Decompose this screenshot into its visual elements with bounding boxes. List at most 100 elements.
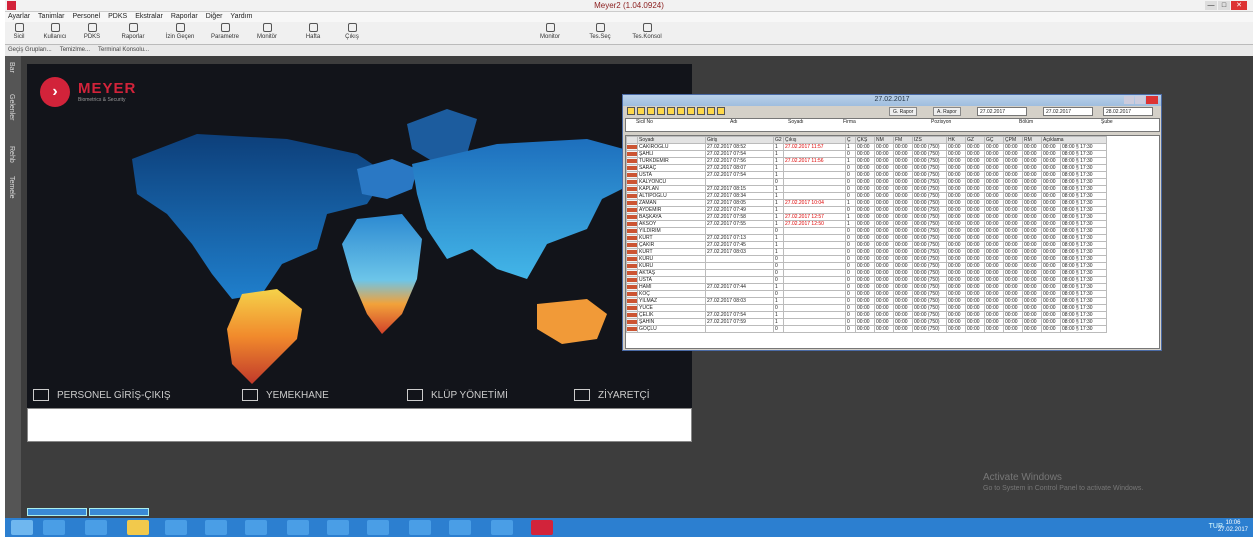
table-row[interactable]: KURT 27.02.2017 07:13 1 0 00:00 00:00 00:00 00:… xyxy=(626,234,1107,242)
table-row[interactable]: GÖÇLÜ 0 0 00:00 00:00 00:00 00:00 (750) 00:00 00… xyxy=(626,325,1107,333)
menu-tanimlar[interactable]: Tanimlar xyxy=(38,12,64,22)
export-icon[interactable] xyxy=(697,107,705,115)
column-header[interactable]: ÇPM xyxy=(1003,136,1023,144)
taskbar-app-9[interactable] xyxy=(367,520,389,535)
window-tab[interactable] xyxy=(27,508,87,516)
g-rapor-button[interactable]: G. Rapor xyxy=(889,107,918,116)
chart-icon[interactable] xyxy=(677,107,685,115)
subtool-temizleme[interactable]: Temizlme... xyxy=(60,45,90,56)
nav-personel-giris-cikis[interactable]: PERSONEL GİRİŞ-ÇIKIŞ xyxy=(33,389,171,401)
table-row[interactable]: KURT 27.02.2017 08:03 1 0 00:00 00:00 00:00 00:… xyxy=(626,248,1107,256)
menu-raporlar[interactable]: Raporlar xyxy=(171,12,198,22)
taskbar-app-10[interactable] xyxy=(409,520,431,535)
taskbar-clock[interactable]: 10:06 27.02.2017 xyxy=(1218,520,1248,534)
toolbar-tes-konsol-button[interactable]: Tes.Konsol xyxy=(625,23,669,44)
taskbar-app-powershell[interactable] xyxy=(85,520,107,535)
taskbar-app-7[interactable] xyxy=(287,520,309,535)
nav-ziyaretci[interactable]: ZİYARETÇİ xyxy=(574,389,649,401)
taskbar-app-server-manager[interactable] xyxy=(43,520,65,535)
toolbar-pdks-button[interactable]: PDKS xyxy=(77,23,107,44)
toolbar-izin-gecen-button[interactable]: İzin Geçen xyxy=(159,23,201,44)
column-header[interactable]: HK xyxy=(946,136,966,144)
table-row[interactable]: ŞAHİN 27.02.2017 07:59 1 0 00:00 00:00 00:00 00… xyxy=(626,318,1107,326)
table-row[interactable]: YILMAZ 27.02.2017 08:03 1 0 00:00 00:00 00:00 0… xyxy=(626,297,1107,305)
maximize-button[interactable]: □ xyxy=(1218,1,1230,10)
date-to-field[interactable]: 27.02.2017 xyxy=(1043,107,1093,116)
record-icon[interactable] xyxy=(717,107,725,115)
column-header[interactable]: Açıklama xyxy=(1041,136,1107,144)
taskbar-app-12[interactable] xyxy=(491,520,513,535)
table-row[interactable]: SARAÇ 27.02.2017 08:07 1 0 00:00 00:00 00:00 00… xyxy=(626,164,1107,172)
table-row[interactable]: KALYONCU 0 0 00:00 00:00 00:00 00:00 (750) 00:0… xyxy=(626,178,1107,186)
table-row[interactable]: KURU 0 0 00:00 00:00 00:00 00:00 (750) 00:00 00:… xyxy=(626,255,1107,263)
taskbar-app-5[interactable] xyxy=(205,520,227,535)
table-row[interactable]: BAŞKAYA 27.02.2017 07:58 1 27.02.2017 12:57… xyxy=(626,213,1107,221)
table-row[interactable]: ÇELİK 27.02.2017 07:54 1 0 00:00 00:00 00:00 00… xyxy=(626,311,1107,319)
table-row[interactable]: CAKIROĞLU 27.02.2017 08:52 1 27.02.2017 11:… xyxy=(626,143,1107,151)
sidetab-gelenler[interactable]: Gelenler xyxy=(8,94,15,120)
menu-ekstralar[interactable]: Ekstralar xyxy=(135,12,163,22)
table-row[interactable]: ÇAKIR 27.02.2017 07:45 1 0 00:00 00:00 00:00 00… xyxy=(626,241,1107,249)
table-row[interactable]: YILDIRIM 0 0 00:00 00:00 00:00 00:00 (750) 00:0… xyxy=(626,227,1107,235)
close-button[interactable]: ✕ xyxy=(1231,1,1247,10)
taskbar-app-8[interactable] xyxy=(327,520,349,535)
table-row[interactable]: KAPLAN 27.02.2017 08:15 1 0 00:00 00:00 00:00 0… xyxy=(626,185,1107,193)
taskbar-app-meyer[interactable] xyxy=(531,520,553,535)
column-header[interactable]: G2 xyxy=(773,136,784,144)
dialog-minimize-button[interactable] xyxy=(1124,96,1134,104)
table-row[interactable]: ALTIPOĞLU 27.02.2017 08:34 1 0 00:00 00:00 00:… xyxy=(626,192,1107,200)
table-row[interactable]: TÜRKDEMİR 27.02.2017 07:56 1 27.02.2017 11:… xyxy=(626,157,1107,165)
date-to2-field[interactable]: 28.02.2017 xyxy=(1103,107,1153,116)
menu-yardim[interactable]: Yardım xyxy=(230,12,252,22)
dialog-close-button[interactable] xyxy=(1146,96,1158,104)
taskbar-app-ie[interactable] xyxy=(165,520,187,535)
taskbar-app-11[interactable] xyxy=(449,520,471,535)
toolbar-raporlar-button[interactable]: Raporlar xyxy=(111,23,155,44)
minimize-button[interactable]: — xyxy=(1205,1,1217,10)
subtool-terminal-konsolu[interactable]: Terminal Konsolu... xyxy=(98,45,149,56)
toolbar-monitor2-button[interactable]: Monitor xyxy=(535,23,565,44)
sidetab-temele[interactable]: Temele xyxy=(8,176,15,199)
table-row[interactable]: KURU 0 0 00:00 00:00 00:00 00:00 (750) 00:00 00:… xyxy=(626,262,1107,270)
table-row[interactable]: USTA 27.02.2017 07:54 1 0 00:00 00:00 00:00 00:… xyxy=(626,171,1107,179)
print-icon[interactable] xyxy=(667,107,675,115)
sidetab-bar[interactable]: Bar xyxy=(8,62,15,73)
toolbar-sicil-button[interactable]: Sicil xyxy=(9,23,29,44)
toolbar-hafta-button[interactable]: Hafta xyxy=(295,23,331,44)
column-header[interactable]: ÇKŞ xyxy=(855,136,875,144)
toolbar-kullanici-button[interactable]: Kullanıcı xyxy=(37,23,73,44)
table-row[interactable]: AKSOY 27.02.2017 07:55 1 27.02.2017 12:50 1 0… xyxy=(626,220,1107,228)
table-row[interactable]: ZAMAN 27.02.2017 08:05 1 27.02.2017 10:04 1 0… xyxy=(626,199,1107,207)
nav-yemekhane[interactable]: YEMEKHANE xyxy=(242,389,329,401)
up-arrow-icon[interactable] xyxy=(637,107,645,115)
menu-pdks[interactable]: PDKS xyxy=(108,12,127,22)
column-header[interactable]: Ç xyxy=(845,136,856,144)
subtool-gecis-gruplari[interactable]: Geçiş Grupları... xyxy=(8,45,52,56)
check-icon[interactable] xyxy=(707,107,715,115)
column-header[interactable]: Çıkış xyxy=(783,136,846,144)
table-row[interactable]: AKTAŞ 0 0 00:00 00:00 00:00 00:00 (750) 00:00 00… xyxy=(626,269,1107,277)
dialog-maximize-button[interactable] xyxy=(1135,96,1145,104)
column-header[interactable]: GÇ xyxy=(984,136,1004,144)
edit-icon[interactable] xyxy=(687,107,695,115)
toolbar-tes-sec-button[interactable]: Tes.Seç xyxy=(585,23,615,44)
menu-ayarlar[interactable]: Ayarlar xyxy=(8,12,30,22)
taskbar-app-explorer[interactable] xyxy=(127,520,149,535)
column-header[interactable]: Soyadı xyxy=(637,136,706,144)
table-row[interactable]: HAMI 27.02.2017 07:44 1 0 00:00 00:00 00:00 00:… xyxy=(626,283,1107,291)
menu-diger[interactable]: Diğer xyxy=(206,12,223,22)
filter-icon[interactable] xyxy=(627,107,635,115)
toolbar-parametre-button[interactable]: Parametre xyxy=(205,23,245,44)
taskbar-app-6[interactable] xyxy=(245,520,267,535)
table-row[interactable]: AYDEMİR 27.02.2017 07:49 1 0 00:00 00:00 00:00… xyxy=(626,206,1107,214)
start-button[interactable] xyxy=(11,520,33,535)
toolbar-monitor-button[interactable]: Monitör xyxy=(249,23,285,44)
menu-personel[interactable]: Personel xyxy=(73,12,101,22)
column-header[interactable]: NM xyxy=(874,136,894,144)
sidetab-rehb[interactable]: Rehb xyxy=(8,146,15,163)
date-from-field[interactable]: 27.02.2017 xyxy=(977,107,1027,116)
table-row[interactable]: KOÇ 0 0 00:00 00:00 00:00 00:00 (750) 00:00 00:0… xyxy=(626,290,1107,298)
toolbar-cikis-button[interactable]: Çıkış xyxy=(337,23,367,44)
table-row[interactable]: ŞAHLI 27.02.2017 07:54 1 0 00:00 00:00 00:00 00… xyxy=(626,150,1107,158)
column-header[interactable]: GZ xyxy=(965,136,985,144)
